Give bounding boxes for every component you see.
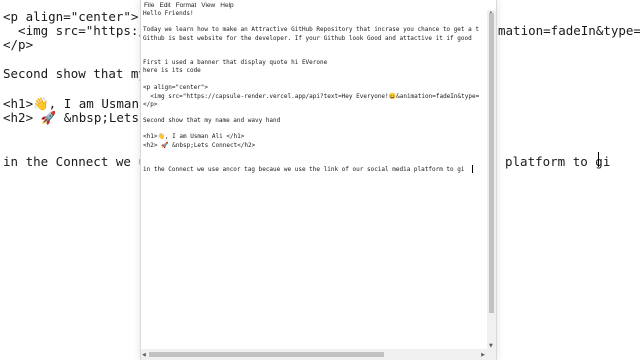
editor-line: Github is best website for the developer… bbox=[143, 35, 472, 42]
scroll-right-icon[interactable]: ▶ bbox=[481, 352, 485, 358]
scroll-left-icon[interactable]: ◀ bbox=[142, 352, 146, 358]
editor-line: here is its code bbox=[143, 67, 201, 74]
bg-line-p-close: </p> bbox=[3, 37, 34, 52]
scrollbar-corner bbox=[487, 349, 496, 360]
bg-line-h2: <h2> 🚀 &nbsp;Lets Co bbox=[3, 110, 162, 125]
editor-line: Hello Friends! bbox=[143, 10, 194, 17]
menu-edit[interactable]: Edit bbox=[159, 2, 170, 9]
menu-help[interactable]: Help bbox=[220, 2, 233, 9]
editor-line: <h1>👋, I am Usman Ali </h1> bbox=[143, 133, 245, 140]
bg-line-img: <img src="https://c bbox=[3, 23, 162, 38]
bg-line-h1: <h1>👋, I am Usman Al bbox=[3, 96, 162, 111]
text-editor[interactable]: Hello Friends! Today we learn how to mak… bbox=[141, 10, 487, 349]
menu-bar: File Edit Format View Help bbox=[141, 0, 496, 10]
menu-view[interactable]: View bbox=[201, 2, 215, 9]
bg-caret bbox=[598, 152, 599, 167]
horizontal-scroll-thumb[interactable] bbox=[149, 352, 384, 357]
vertical-scrollbar[interactable]: ▲ ▼ bbox=[487, 10, 496, 349]
menu-format[interactable]: Format bbox=[176, 2, 197, 9]
vertical-scroll-thumb[interactable] bbox=[489, 13, 494, 313]
horizontal-scrollbar[interactable]: ◀ ▶ bbox=[141, 349, 487, 360]
editor-line: Second show that my name and wavy hand bbox=[143, 117, 281, 124]
editor-line: in the Connect we use ancor tag becaue w… bbox=[143, 166, 465, 173]
editor-line: Today we learn how to make an Attractive… bbox=[143, 26, 479, 33]
text-caret bbox=[472, 165, 473, 173]
editor-line: First i used a banner that display quote… bbox=[143, 59, 328, 66]
editor-line: <h2> 🚀 &nbsp;Lets Connect</h2> bbox=[143, 142, 256, 149]
bg-line-connect: in the Connect we use bbox=[3, 154, 162, 169]
bg-line-img-right: mation=fadeIn&type= bbox=[498, 23, 640, 38]
editor-line: <img src="https://capsule-render.vercel.… bbox=[143, 93, 480, 100]
bg-line-connect-right: platform to gi bbox=[505, 154, 611, 169]
menu-file[interactable]: File bbox=[144, 2, 154, 9]
notepad-window: File Edit Format View Help Hello Friends… bbox=[141, 0, 496, 360]
editor-line: </p> bbox=[143, 101, 158, 108]
bg-line-second: Second show that my n bbox=[3, 66, 162, 81]
editor-line: <p align="center"> bbox=[143, 84, 209, 91]
bg-line-p-open: <p align="center"> bbox=[3, 9, 139, 24]
